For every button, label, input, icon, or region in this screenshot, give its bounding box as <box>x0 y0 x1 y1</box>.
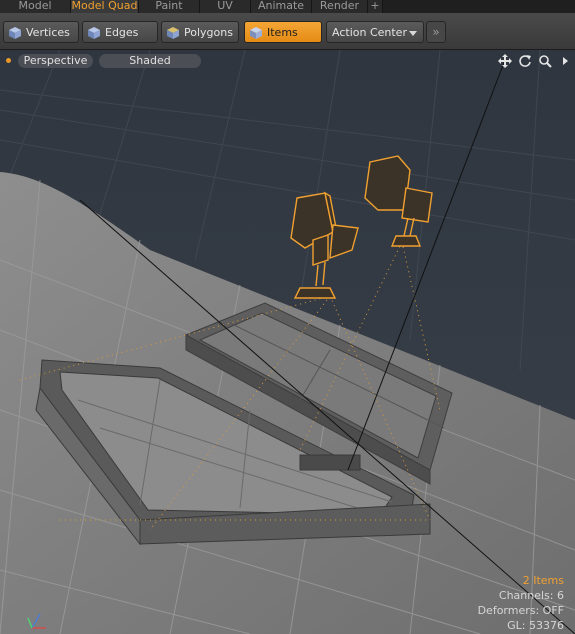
vertex-cube-icon <box>9 27 21 39</box>
tab-model[interactable]: Model <box>0 0 71 13</box>
tab-render[interactable]: Render <box>312 0 368 13</box>
tab-animate[interactable]: Animate <box>251 0 312 13</box>
toolbar-overflow-button[interactable]: » <box>426 21 446 43</box>
action-center-label: Action Center <box>332 26 407 39</box>
edges-button[interactable]: Edges <box>82 21 158 43</box>
perspective-dropdown[interactable]: Perspective <box>18 54 93 68</box>
tab-paint[interactable]: Paint <box>139 0 200 13</box>
chevron-down-icon <box>409 31 417 36</box>
vertices-label: Vertices <box>26 26 70 39</box>
rotate-view-icon[interactable] <box>518 54 532 68</box>
edge-cube-icon <box>88 27 100 39</box>
item-count: 2 Items <box>522 574 564 587</box>
gl-readout: GL: 53376 <box>507 619 564 632</box>
edges-label: Edges <box>105 26 139 39</box>
items-label: Items <box>267 26 298 39</box>
zoom-view-icon[interactable] <box>538 54 552 68</box>
polygons-label: Polygons <box>184 26 233 39</box>
shading-dropdown[interactable]: Shaded <box>99 54 201 68</box>
tab-uv[interactable]: UV <box>200 0 251 13</box>
move-view-icon[interactable] <box>498 54 512 68</box>
layout-tabs: Model Model Quad Paint UV Animate Render… <box>0 0 575 13</box>
tab-model-quad[interactable]: Model Quad <box>71 0 139 13</box>
viewport-scene <box>0 50 575 634</box>
axis-gizmo-icon <box>27 613 46 629</box>
polygon-cube-icon <box>167 27 179 39</box>
add-tab-button[interactable]: + <box>368 0 383 13</box>
vertices-button[interactable]: Vertices <box>3 21 79 43</box>
3d-viewport[interactable]: Perspective Shaded 2 Items Channels: 6 D… <box>0 50 575 634</box>
viewport-status-dot <box>6 58 11 63</box>
deformers-readout: Deformers: OFF <box>477 604 564 617</box>
viewport-header: Perspective Shaded <box>0 50 575 72</box>
item-cube-icon <box>250 27 262 39</box>
items-button[interactable]: Items <box>244 21 322 43</box>
action-center-dropdown[interactable]: Action Center <box>326 21 424 43</box>
channels-readout: Channels: 6 <box>498 589 564 602</box>
viewport-menu-icon[interactable] <box>558 54 572 68</box>
selection-toolbar: Vertices Edges Polygons Items Action Cen… <box>0 13 575 50</box>
polygons-button[interactable]: Polygons <box>161 21 239 43</box>
